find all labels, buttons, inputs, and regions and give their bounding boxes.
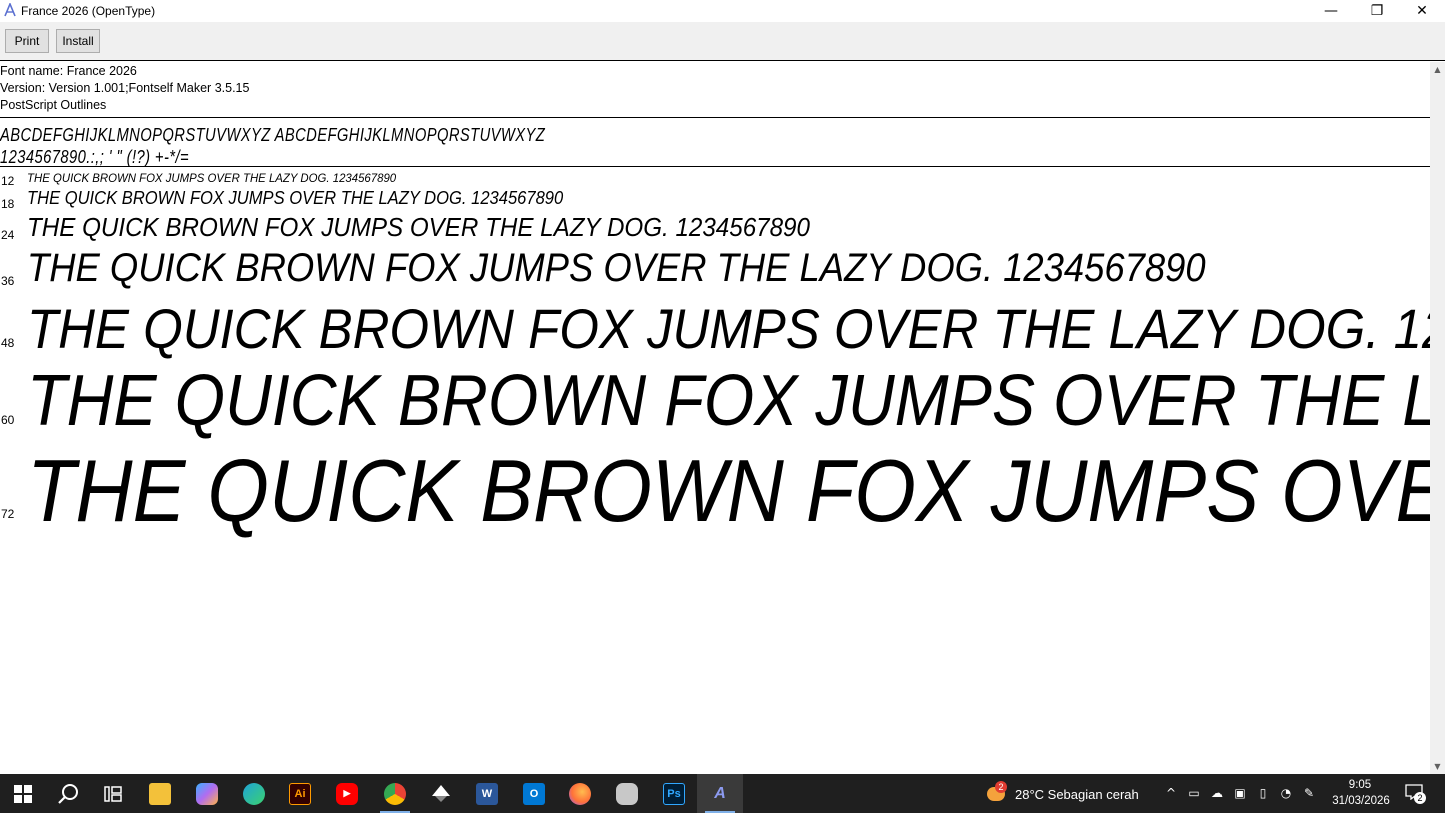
- wifi-icon[interactable]: ◔: [1279, 786, 1293, 800]
- meet-now-icon[interactable]: ▯: [1256, 786, 1270, 800]
- window-title: France 2026 (OpenType): [21, 4, 156, 18]
- sample-text-24: THE QUICK BROWN FOX JUMPS OVER THE LAZY …: [27, 212, 810, 242]
- separator: [0, 166, 1430, 167]
- maximize-button[interactable]: ❐: [1354, 0, 1400, 22]
- task-view-icon: [104, 785, 122, 802]
- word-icon: W: [476, 782, 498, 805]
- search-button[interactable]: [45, 774, 91, 813]
- taskbar: Ai ▶ W O Ps A 2 28°C Sebagian cerah ^ ▭ …: [0, 774, 1445, 813]
- taskbar-word[interactable]: W: [464, 774, 510, 813]
- scroll-down-arrow-icon[interactable]: ▼: [1430, 759, 1445, 774]
- search-icon: [58, 783, 78, 804]
- taskbar-file-explorer[interactable]: [137, 774, 183, 813]
- battery-icon[interactable]: ▭: [1187, 786, 1201, 800]
- vertical-scrollbar[interactable]: ▲ ▼: [1430, 62, 1445, 774]
- size-label: 24: [1, 228, 15, 242]
- chrome-icon: [384, 782, 406, 805]
- start-button[interactable]: [0, 774, 46, 813]
- notification-badge: 2: [1414, 792, 1426, 804]
- font-name-line: Font name: France 2026: [0, 64, 137, 78]
- taskbar-firefox[interactable]: [557, 774, 603, 813]
- discord-icon: [616, 782, 638, 805]
- size-label: 72: [1, 507, 15, 521]
- title-bar: France 2026 (OpenType) — ❐ ✕: [0, 0, 1445, 22]
- onedrive-cloud-icon[interactable]: ☁: [1210, 786, 1224, 800]
- sample-text-36: THE QUICK BROWN FOX JUMPS OVER THE LAZY …: [27, 246, 1206, 290]
- taskbar-outlook[interactable]: O: [511, 774, 557, 813]
- close-button[interactable]: ✕: [1399, 0, 1445, 22]
- weather-badge: 2: [995, 781, 1007, 793]
- charset-symbols: 1234567890.:,; ' " (!?) +-*/=: [0, 147, 189, 167]
- inkscape-icon: [432, 784, 450, 802]
- taskbar-chrome[interactable]: [372, 774, 418, 813]
- size-label: 18: [1, 197, 15, 211]
- font-outline-line: PostScript Outlines: [0, 98, 107, 112]
- outlook-icon: O: [523, 782, 545, 805]
- size-label: 48: [1, 336, 15, 350]
- display-icon[interactable]: ▣: [1233, 786, 1247, 800]
- print-button[interactable]: Print: [5, 29, 49, 53]
- taskbar-edge[interactable]: [231, 774, 277, 813]
- task-view-button[interactable]: [90, 774, 136, 813]
- windows-start-icon: [14, 784, 32, 803]
- file-explorer-icon: [149, 782, 171, 805]
- size-label: 60: [1, 413, 15, 427]
- firefox-icon: [569, 782, 591, 805]
- sample-text-60: THE QUICK BROWN FOX JUMPS OVER THE LAZY …: [27, 361, 1430, 441]
- sample-text-12: THE QUICK BROWN FOX JUMPS OVER THE LAZY …: [27, 171, 397, 185]
- illustrator-icon: Ai: [289, 782, 311, 805]
- taskbar-discord[interactable]: [604, 774, 650, 813]
- font-viewer-icon: A: [714, 784, 726, 802]
- photoshop-icon: Ps: [663, 782, 685, 805]
- minimize-button[interactable]: —: [1308, 0, 1354, 22]
- weather-widget[interactable]: 2: [985, 781, 1007, 803]
- toolbar: Print Install: [0, 22, 1445, 61]
- scroll-up-arrow-icon[interactable]: ▲: [1430, 62, 1445, 77]
- taskbar-inkscape[interactable]: [418, 774, 464, 813]
- show-hidden-icons-chevron-icon[interactable]: ^: [1164, 786, 1178, 800]
- install-button[interactable]: Install: [56, 29, 100, 53]
- clock-date[interactable]: 31/03/2026: [1330, 795, 1392, 807]
- sample-text-72: THE QUICK BROWN FOX JUMPS OVER THE LAZY …: [27, 441, 1430, 540]
- font-version-line: Version: Version 1.001;Fontself Maker 3.…: [0, 81, 250, 95]
- taskbar-copilot[interactable]: [184, 774, 230, 813]
- separator: [0, 117, 1430, 118]
- pen-icon[interactable]: ✎: [1302, 786, 1316, 800]
- size-label: 12: [1, 174, 15, 188]
- taskbar-font-viewer[interactable]: A: [697, 774, 743, 813]
- copilot-icon: [196, 782, 218, 805]
- notification-center-button[interactable]: 2: [1405, 784, 1426, 804]
- font-preview-area: Font name: France 2026 Version: Version …: [0, 62, 1430, 774]
- sample-text-48: THE QUICK BROWN FOX JUMPS OVER THE LAZY …: [27, 297, 1430, 360]
- taskbar-youtube[interactable]: ▶: [324, 774, 370, 813]
- size-label: 36: [1, 274, 15, 288]
- charset-letters: ABCDEFGHIJKLMNOPQRSTUVWXYZ ABCDEFGHIJKLM…: [0, 125, 546, 145]
- youtube-icon: ▶: [336, 782, 358, 805]
- taskbar-photoshop[interactable]: Ps: [651, 774, 697, 813]
- edge-icon: [243, 782, 265, 805]
- taskbar-illustrator[interactable]: Ai: [277, 774, 323, 813]
- clock-time[interactable]: 9:05: [1330, 779, 1390, 791]
- weather-text[interactable]: 28°C Sebagian cerah: [1015, 787, 1139, 802]
- font-viewer-app-icon: [4, 3, 16, 17]
- sample-text-18: THE QUICK BROWN FOX JUMPS OVER THE LAZY …: [27, 188, 564, 208]
